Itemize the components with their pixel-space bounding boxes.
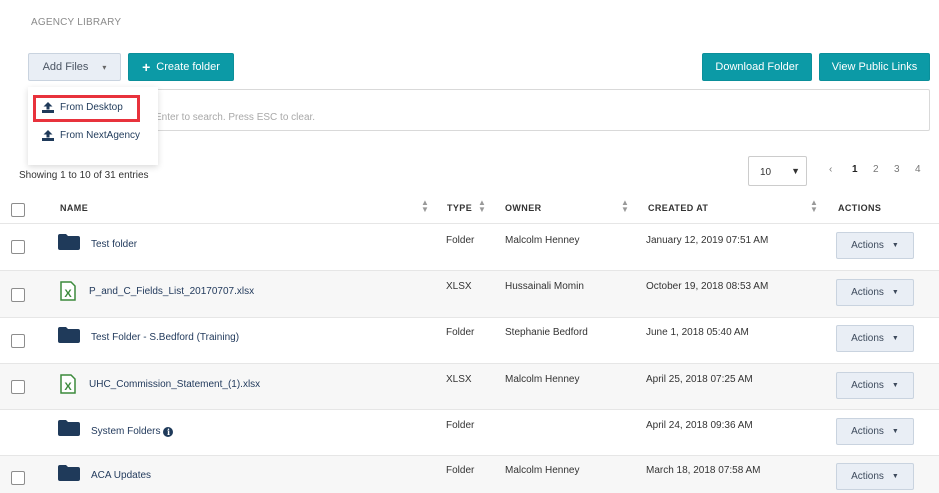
- create-folder-button[interactable]: + Create folder: [128, 53, 234, 81]
- svg-text:X: X: [64, 288, 72, 300]
- info-icon[interactable]: i: [163, 427, 174, 437]
- page-size-select[interactable]: 10 ▼: [748, 156, 807, 186]
- search-box: [28, 89, 930, 131]
- file-name-link[interactable]: ACA Updates: [91, 470, 151, 481]
- menu-item-label: From NextAgency: [60, 130, 141, 141]
- file-owner: Hussainali Momin: [505, 281, 584, 292]
- row-checkbox[interactable]: [11, 240, 25, 254]
- folder-icon: [58, 327, 80, 343]
- add-files-button[interactable]: Add Files ▾: [28, 53, 121, 81]
- file-created-at: October 19, 2018 08:53 AM: [646, 281, 769, 292]
- table-row: [0, 223, 939, 270]
- menu-item-from-desktop[interactable]: From Desktop: [42, 102, 123, 113]
- row-checkbox[interactable]: [11, 471, 25, 485]
- file-name-link[interactable]: UHC_Commission_Statement_(1).xlsx: [89, 379, 260, 390]
- sort-icon[interactable]: ▲ ▼: [421, 199, 429, 214]
- column-header-owner[interactable]: OWNER: [505, 203, 542, 213]
- menu-item-label: From Desktop: [60, 102, 123, 113]
- actions-button[interactable]: Actions ▼: [836, 232, 914, 259]
- pagination-page-2[interactable]: 2: [873, 164, 879, 175]
- file-type: Folder: [446, 420, 475, 431]
- pagination-prev[interactable]: ‹: [829, 164, 832, 175]
- file-created-at: June 1, 2018 05:40 AM: [646, 327, 749, 338]
- chevron-down-icon: ▼: [891, 335, 899, 342]
- file-created-at: March 18, 2018 07:58 AM: [646, 465, 761, 476]
- file-created-at: April 25, 2018 07:25 AM: [646, 374, 753, 385]
- view-public-links-button[interactable]: View Public Links: [819, 53, 930, 81]
- file-name-link[interactable]: System Folders i: [91, 426, 174, 437]
- upload-icon: [42, 130, 54, 141]
- file-type: Folder: [446, 465, 475, 476]
- chevron-down-icon: ▼: [891, 382, 899, 389]
- actions-label: Actions: [851, 240, 884, 251]
- column-header-name[interactable]: NAME: [60, 203, 88, 213]
- pagination-page-1[interactable]: 1: [852, 164, 858, 175]
- add-files-label: Add Files: [42, 61, 89, 73]
- file-owner: Malcolm Henney: [505, 374, 580, 385]
- file-owner: Malcolm Henney: [505, 235, 580, 246]
- page-title: AGENCY LIBRARY: [31, 17, 122, 28]
- download-folder-button[interactable]: Download Folder: [702, 53, 812, 81]
- upload-icon: [42, 102, 54, 113]
- file-created-at: January 12, 2019 07:51 AM: [646, 235, 769, 246]
- chevron-down-icon: ▼: [891, 473, 899, 480]
- svg-text:X: X: [64, 381, 72, 393]
- actions-label: Actions: [851, 471, 884, 482]
- file-name-link[interactable]: Test Folder - S.Bedford (Training): [91, 332, 239, 343]
- pagination-page-4[interactable]: 4: [915, 164, 921, 175]
- row-checkbox[interactable]: [11, 334, 25, 348]
- file-owner: Malcolm Henney: [505, 465, 580, 476]
- folder-icon: [58, 465, 80, 481]
- sort-icon[interactable]: ▲ ▼: [478, 199, 486, 214]
- folder-icon: [58, 420, 80, 436]
- menu-item-from-nextagency[interactable]: From NextAgency: [42, 130, 140, 141]
- actions-button[interactable]: Actions ▼: [836, 325, 914, 352]
- chevron-down-icon: ▼: [891, 289, 899, 296]
- chevron-down-icon: ▼: [891, 428, 899, 435]
- file-name-label: System Folders: [91, 426, 161, 437]
- column-header-created-at[interactable]: CREATED AT: [648, 203, 708, 213]
- search-input[interactable]: [155, 112, 555, 123]
- add-files-menu: [28, 87, 158, 165]
- actions-label: Actions: [851, 426, 884, 437]
- column-header-actions: ACTIONS: [838, 203, 882, 213]
- chevron-down-icon: ▼: [891, 242, 899, 249]
- page-size-value: 10: [760, 167, 772, 178]
- file-type: XLSX: [446, 374, 472, 385]
- file-created-at: April 24, 2018 09:36 AM: [646, 420, 753, 431]
- create-folder-label: Create folder: [156, 61, 220, 73]
- row-checkbox[interactable]: [11, 380, 25, 394]
- actions-label: Actions: [851, 287, 884, 298]
- pagination-page-3[interactable]: 3: [894, 164, 900, 175]
- file-owner: Stephanie Bedford: [505, 327, 588, 338]
- file-name-link[interactable]: P_and_C_Fields_List_20170707.xlsx: [89, 286, 254, 297]
- file-name-link[interactable]: Test folder: [91, 239, 137, 250]
- actions-button[interactable]: Actions ▼: [836, 463, 914, 490]
- xlsx-icon: X: [60, 374, 76, 394]
- file-type: Folder: [446, 235, 475, 246]
- actions-button[interactable]: Actions ▼: [836, 418, 914, 445]
- actions-button[interactable]: Actions ▼: [836, 279, 914, 306]
- folder-icon: [58, 234, 80, 250]
- actions-button[interactable]: Actions ▼: [836, 372, 914, 399]
- sort-icon[interactable]: ▲ ▼: [810, 199, 818, 214]
- entries-info: Showing 1 to 10 of 31 entries: [19, 170, 149, 181]
- actions-label: Actions: [851, 380, 884, 391]
- file-type: XLSX: [446, 281, 472, 292]
- xlsx-icon: X: [60, 281, 76, 301]
- sort-icon[interactable]: ▲ ▼: [621, 199, 629, 214]
- file-type: Folder: [446, 327, 475, 338]
- plus-icon: +: [142, 59, 151, 75]
- actions-label: Actions: [851, 333, 884, 344]
- chevron-down-icon: ▾: [102, 62, 107, 72]
- column-header-type[interactable]: TYPE: [447, 203, 472, 213]
- select-all-checkbox[interactable]: [11, 203, 25, 217]
- chevron-down-icon: ▼: [791, 166, 800, 176]
- row-checkbox[interactable]: [11, 288, 25, 302]
